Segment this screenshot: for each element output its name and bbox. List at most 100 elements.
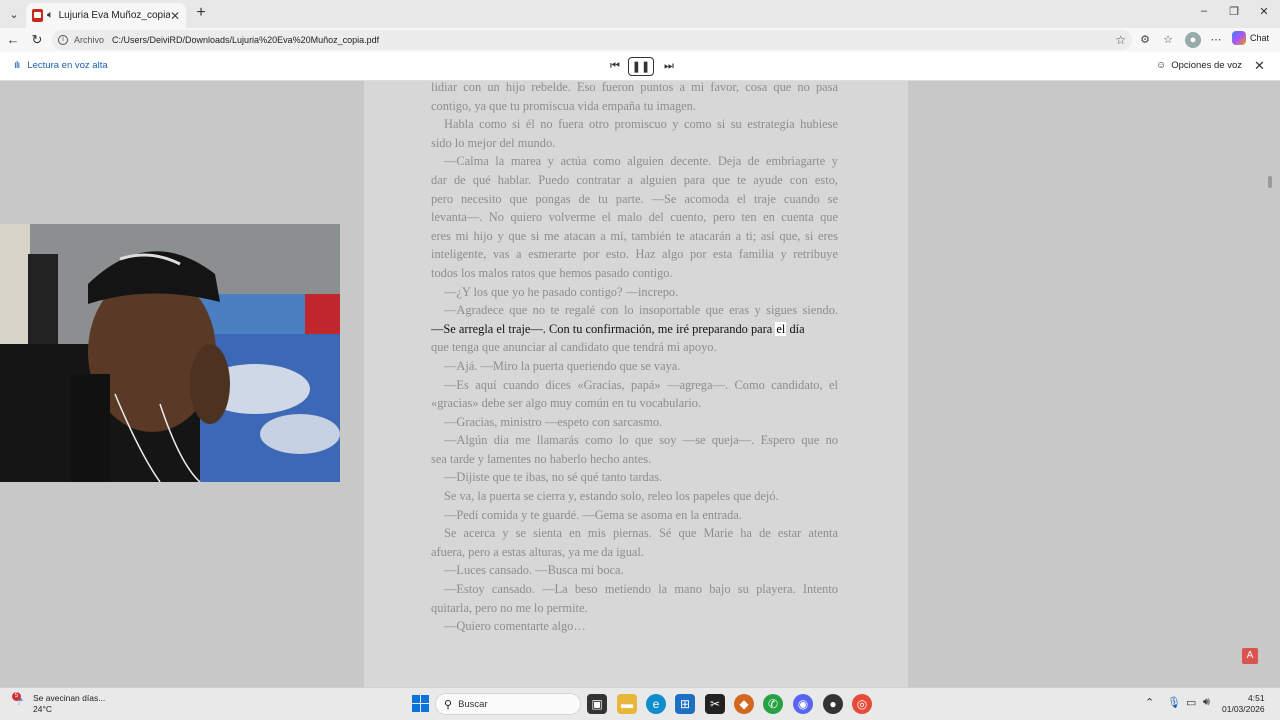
text-line: —Es aquí cuando dices «Gracias, papá» —a…	[444, 377, 838, 392]
task-view-icon[interactable]: ▣	[587, 694, 607, 714]
discord-icon[interactable]: ◉	[793, 694, 813, 714]
webcam-overlay	[0, 224, 340, 482]
previous-paragraph-icon[interactable]: ⏮	[606, 57, 624, 76]
microsoft-store-icon[interactable]: ⊞	[675, 694, 695, 714]
text-line: lidiar con un hijo rebelde. Eso fueron p…	[431, 80, 838, 94]
close-read-aloud-icon[interactable]: ✕	[1254, 58, 1265, 74]
edge-icon[interactable]: e	[646, 694, 666, 714]
address-source-label: Archivo	[74, 35, 105, 45]
clock-time: 4:51	[1248, 693, 1265, 703]
text-line: eres mi hijo y que si me atacan a mí, ta…	[431, 228, 838, 243]
address-toolbar: ← ↻ i Archivo C:/Users/DeiviRD/Downloads…	[0, 28, 1280, 52]
voice-options-label: Opciones de voz	[1171, 60, 1242, 71]
active-line-after: día	[786, 321, 805, 336]
extensions-icon[interactable]: ⚙	[1137, 32, 1153, 48]
text-line: sido lo mejor del mundo.	[431, 135, 556, 150]
text-line: —¿Y los que yo he pasado contigo? —incre…	[444, 284, 679, 299]
text-line: —Agradece que no te regalé con lo insopo…	[444, 303, 838, 318]
copilot-icon	[1232, 31, 1246, 45]
file-explorer-icon[interactable]: ▬	[617, 694, 637, 714]
reading-line-current: —Se arregla el traje—. Con tu confirmaci…	[431, 320, 838, 339]
adobe-acrobat-icon[interactable]: A	[1242, 648, 1258, 664]
text-line: —Ajá. —Miro la puerta queriendo que se v…	[444, 358, 681, 373]
close-tab-icon[interactable]: ✕	[170, 9, 180, 23]
clock-date: 01/03/2026	[1222, 704, 1265, 714]
restore-button[interactable]: ❐	[1224, 5, 1244, 18]
next-paragraph-icon[interactable]: ⏭	[660, 57, 678, 76]
start-button[interactable]	[410, 694, 430, 714]
microphone-icon[interactable]: 🎙︎	[1167, 696, 1181, 709]
text-line: sea tarde y lamentes no haberlo hecho an…	[431, 451, 652, 466]
text-line: —Dijiste que te ibas, no sé qué tanto ta…	[444, 470, 663, 485]
read-aloud-bar: ıIı Lectura en voz alta ⏮ ❚❚ ⏭ ☺ Opcione…	[0, 52, 1280, 81]
text-line: —Estoy cansado. —La beso metiendo la man…	[444, 582, 838, 597]
text-line: inteligente, vas a esmerarte por esto. H…	[431, 247, 838, 262]
text-line: Se va, la puerta se cierra y, estando so…	[444, 489, 779, 504]
obs-icon[interactable]: ●	[823, 694, 843, 714]
text-line: quitarla, pero no me lo permite.	[431, 600, 588, 615]
audio-bars-icon: ıIı	[14, 60, 20, 71]
show-hidden-icons[interactable]: ⌃	[1145, 696, 1154, 709]
favorites-icon[interactable]: ☆	[1160, 32, 1176, 48]
tab-title: Lujuria Eva Muñoz_copia.pdf	[58, 10, 170, 21]
scrollbar-thumb[interactable]	[1268, 176, 1272, 188]
taskbar: ☂ 5 Se avecinan días... 24°C ⚲ Buscar ▣ …	[0, 687, 1280, 720]
volume-icon[interactable]: 🔊︎	[1203, 696, 1210, 709]
active-line-before: —Se arregla el traje—. Con tu confirmaci…	[431, 321, 776, 336]
url-text[interactable]: C:/Users/DeiviRD/Downloads/Lujuria%20Eva…	[112, 35, 379, 45]
read-aloud-title: ıIı Lectura en voz alta	[14, 60, 108, 71]
text-line: —Calma la marea y actúa como alguien dec…	[444, 154, 838, 169]
favorite-star-icon[interactable]: ☆	[1115, 33, 1126, 47]
chrome-icon[interactable]: ◎	[852, 694, 872, 714]
tab-pdf[interactable]: 🔈︎ Lujuria Eva Muñoz_copia.pdf ✕	[26, 3, 186, 28]
back-icon[interactable]: ←	[4, 31, 22, 49]
text-line: afuera, pero a estas alturas, ya me da i…	[431, 544, 644, 559]
close-window-button[interactable]: ✕	[1254, 5, 1274, 18]
text-line: todos los malos ratos que hemos pasado c…	[431, 265, 673, 280]
speaker-icon[interactable]: 🔈︎	[47, 9, 54, 22]
weather-icon: ☂ 5	[12, 692, 24, 708]
tab-strip: ⌄ 🔈︎ Lujuria Eva Muñoz_copia.pdf ✕ + – ❐…	[0, 0, 1280, 28]
profile-avatar[interactable]: ●	[1185, 32, 1201, 48]
notification-badge: 5	[12, 692, 21, 701]
info-icon[interactable]: i	[58, 35, 68, 45]
minimize-button[interactable]: –	[1194, 5, 1214, 17]
weather-title: Se avecinan días...	[33, 693, 106, 703]
brave-icon[interactable]: ◆	[734, 694, 754, 714]
chat-label: Chat	[1250, 33, 1270, 43]
copilot-chat-button[interactable]: Chat	[1232, 31, 1269, 45]
voice-icon: ☺	[1156, 60, 1167, 71]
search-placeholder: Buscar	[458, 698, 488, 710]
text-line: Habla como si él no fuera otro promiscuo…	[444, 117, 838, 132]
text-line: —Algún día me llamarás como lo que soy —…	[444, 433, 838, 448]
read-aloud-label: Lectura en voz alta	[27, 60, 108, 71]
text-line: —Pedí comida y te guardé. —Gema se asoma…	[444, 507, 742, 522]
webcam-image	[0, 224, 340, 482]
whatsapp-icon[interactable]: ✆	[763, 694, 783, 714]
address-bar[interactable]: i Archivo C:/Users/DeiviRD/Downloads/Luj…	[52, 30, 1132, 50]
pause-button[interactable]: ❚❚	[628, 57, 654, 76]
text-line: —Quiero comentarte algo…	[444, 619, 586, 634]
windows-icon	[412, 695, 430, 712]
text-line: pero necesito que pongas de tu parte. —S…	[431, 191, 838, 206]
refresh-icon[interactable]: ↻	[28, 31, 46, 49]
voice-options-button[interactable]: ☺ Opciones de voz	[1156, 60, 1242, 71]
page-text: lidiar con un hijo rebelde. Eso fueron p…	[431, 78, 838, 636]
capcut-icon[interactable]: ✂	[705, 694, 725, 714]
text-line: —Gracias, ministro —espeto con sarcasmo.	[444, 414, 663, 429]
text-line: que tenga que anunciar al candidato que …	[431, 340, 717, 355]
clock[interactable]: 4:51 01/03/2026	[1222, 693, 1265, 715]
new-tab-button[interactable]: +	[192, 4, 210, 22]
text-line: dar de qué hablar. Puedo contratar a alg…	[431, 172, 838, 187]
search-icon: ⚲	[444, 698, 453, 711]
text-line: Se acerca y se sienta en mis piernas. Sé…	[444, 526, 838, 541]
pdf-icon	[32, 9, 43, 22]
text-line: —Luces cansado. —Busca mi boca.	[444, 563, 624, 578]
tab-actions-menu-button[interactable]: ⌄	[4, 4, 24, 24]
weather-widget[interactable]: ☂ 5 Se avecinan días... 24°C	[12, 692, 106, 715]
weather-temp: 24°C	[33, 704, 52, 714]
taskbar-search[interactable]: ⚲ Buscar	[435, 693, 581, 715]
text-line: contigo, ya que tu promiscua vida empaña…	[431, 98, 696, 113]
more-menu-icon[interactable]: ⋯	[1208, 32, 1224, 48]
network-icon[interactable]: ▭	[1186, 696, 1196, 709]
